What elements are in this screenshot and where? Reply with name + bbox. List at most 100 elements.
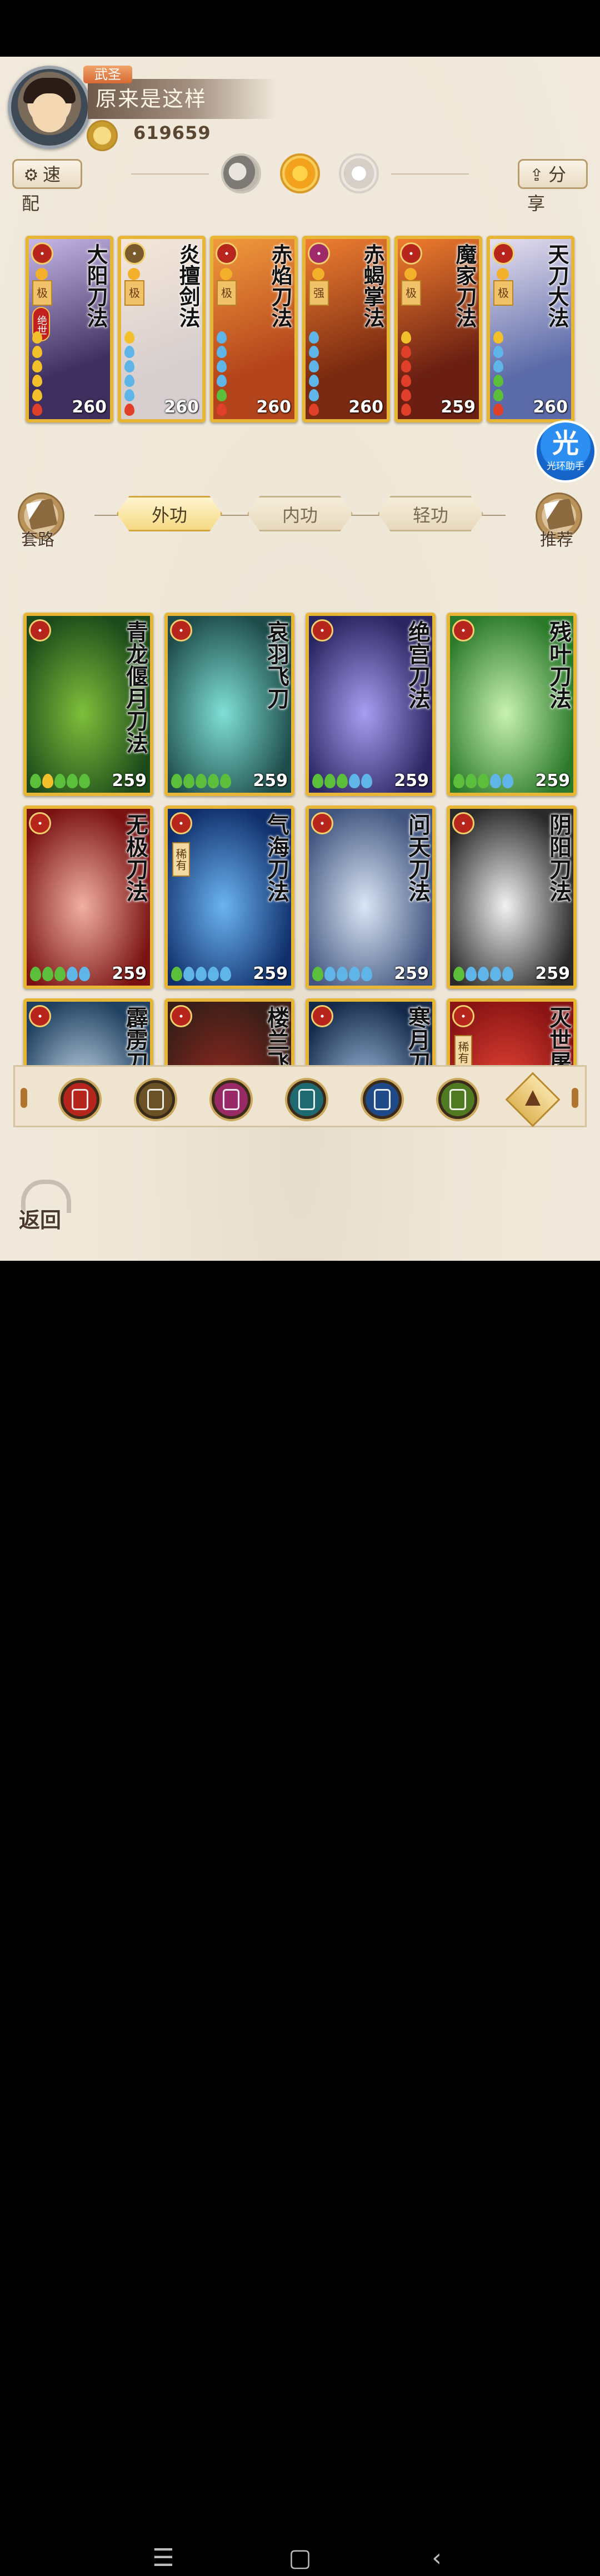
skill-level: 260	[164, 397, 199, 417]
green-drop-icon	[30, 774, 41, 788]
blue-drop-icon	[217, 375, 227, 387]
equipped-skill-card[interactable]: 极 赤焰刀法 260	[210, 236, 298, 422]
blade-filter-icon[interactable]	[58, 1078, 102, 1121]
skill-title: 阴阳刀法	[546, 813, 572, 902]
blue-drop-icon	[309, 375, 319, 387]
red-drop-icon	[217, 404, 227, 416]
essence-drops	[32, 329, 46, 416]
halo-helper-badge[interactable]: 光 光环助手	[534, 420, 597, 483]
menu-nav-icon[interactable]: ☰	[146, 2540, 181, 2576]
red-drop-icon	[309, 404, 319, 416]
green-drop-icon	[217, 389, 227, 401]
green-drop-icon	[220, 774, 231, 788]
gold-drop-icon	[401, 331, 411, 344]
blue-drop-icon	[124, 389, 134, 401]
gold-drop-icon	[32, 346, 42, 358]
routine-label: 套路	[21, 530, 54, 550]
green-drop-icon	[183, 774, 194, 788]
home-nav-icon[interactable]: ▢	[282, 2540, 318, 2576]
school-filter-bar	[13, 1065, 587, 1127]
equipped-skill-card[interactable]: 强 赤蝎掌法 260	[302, 236, 390, 422]
tier-badge: 极	[32, 280, 52, 306]
blue-drop-icon	[220, 967, 231, 981]
green-drop-icon	[493, 389, 503, 401]
blue-drop-icon	[337, 967, 348, 981]
skill-card[interactable]: 稀有 气海刀法 259	[164, 805, 294, 989]
moon-mode-icon[interactable]	[221, 153, 261, 193]
skill-title: 青龙偃月刀法	[122, 620, 148, 754]
gold-drop-icon	[32, 389, 42, 401]
tab-lightness[interactable]: 轻功	[378, 496, 483, 531]
essence-drops	[401, 329, 414, 416]
skill-level: 259	[394, 771, 429, 790]
share-button[interactable]: ⇪ 分享	[518, 159, 588, 214]
sun-mode-icon[interactable]	[280, 153, 320, 193]
blue-drop-icon	[361, 967, 372, 981]
skill-grid: 青龙偃月刀法 259 哀羽飞刀 259 绝宫刀法 259 残叶刀法 259 无极刀法 259 稀有 气…	[0, 551, 600, 1106]
essence-drops	[312, 774, 372, 788]
filter-collapse-button[interactable]	[505, 1072, 561, 1127]
red-drop-icon	[401, 404, 411, 416]
sword-filter-icon[interactable]	[134, 1078, 177, 1121]
green-drop-icon	[67, 774, 78, 788]
equipped-skill-card[interactable]: 极 魔家刀法 259	[394, 236, 482, 422]
filter-bar-end-left	[21, 1088, 27, 1108]
gold-drop-icon	[32, 375, 42, 387]
essence-drops	[453, 774, 513, 788]
essence-drops	[124, 329, 138, 416]
player-name: 原来是这样	[88, 79, 277, 119]
skill-card[interactable]: 哀羽飞刀 259	[164, 613, 294, 796]
eclipse-mode-icon[interactable]	[339, 153, 379, 193]
tier-sun-icon	[128, 268, 140, 280]
blade-school-icon	[170, 1005, 192, 1027]
equipped-skill-card[interactable]: 极 天刀大法 260	[487, 236, 574, 422]
tier-badge: 极	[217, 280, 237, 306]
player-avatar[interactable]	[8, 66, 91, 149]
green-drop-icon	[478, 774, 489, 788]
taichi-filter-icon[interactable]	[361, 1078, 404, 1121]
scroll-icon	[26, 498, 58, 530]
divider-right	[391, 173, 469, 175]
blue-drop-icon	[490, 967, 501, 981]
essence-drops	[30, 967, 90, 981]
skill-card[interactable]: 问天刀法 259	[306, 805, 436, 989]
blue-drop-icon	[502, 967, 513, 981]
tab-external[interactable]: 外功	[117, 496, 222, 531]
blue-drop-icon	[466, 967, 477, 981]
rare-badge: 稀有	[454, 1035, 472, 1070]
back-button[interactable]: 返回	[17, 1177, 78, 1239]
tier-badge: 强	[309, 280, 329, 306]
tab-internal[interactable]: 内功	[247, 496, 353, 531]
dragon-filter-icon[interactable]	[436, 1078, 479, 1121]
share-icon: ⇪	[529, 166, 544, 185]
green-drop-icon	[493, 375, 503, 387]
green-drop-icon	[324, 774, 336, 788]
blue-drop-icon	[309, 389, 319, 401]
blue-drop-icon	[309, 346, 319, 358]
skill-card[interactable]: 绝宫刀法 259	[306, 613, 436, 796]
skill-card[interactable]: 青龙偃月刀法 259	[23, 613, 153, 796]
blue-drop-icon	[124, 375, 134, 387]
skill-title: 气海刀法	[263, 813, 289, 902]
fist-filter-icon[interactable]	[209, 1078, 253, 1121]
equipped-skill-card[interactable]: 极 炎擅剑法 260	[118, 236, 206, 422]
skill-title: 赤蝎掌法	[360, 243, 385, 328]
quick-match-button[interactable]: ⚙ 速配	[12, 159, 82, 214]
red-drop-icon	[32, 404, 42, 416]
green-drop-icon	[208, 774, 219, 788]
blue-drop-icon	[309, 360, 319, 372]
green-drop-icon	[453, 774, 464, 788]
skill-card[interactable]: 无极刀法 259	[23, 805, 153, 989]
blue-drop-icon	[196, 967, 207, 981]
scroll-icon	[543, 498, 576, 530]
skill-level: 259	[535, 771, 570, 790]
skill-card[interactable]: 残叶刀法 259	[447, 613, 577, 796]
blade-school-icon	[29, 812, 51, 834]
blade-school-icon	[452, 619, 474, 641]
palm-filter-icon[interactable]	[285, 1078, 328, 1121]
skill-card[interactable]: 阴阳刀法 259	[447, 805, 577, 989]
equipped-skill-card[interactable]: 极绝世 大阳刀法 260	[26, 236, 113, 422]
skill-title: 无极刀法	[122, 813, 148, 902]
blade-school-icon	[170, 619, 192, 641]
back-nav-icon[interactable]: ‹	[419, 2540, 454, 2576]
